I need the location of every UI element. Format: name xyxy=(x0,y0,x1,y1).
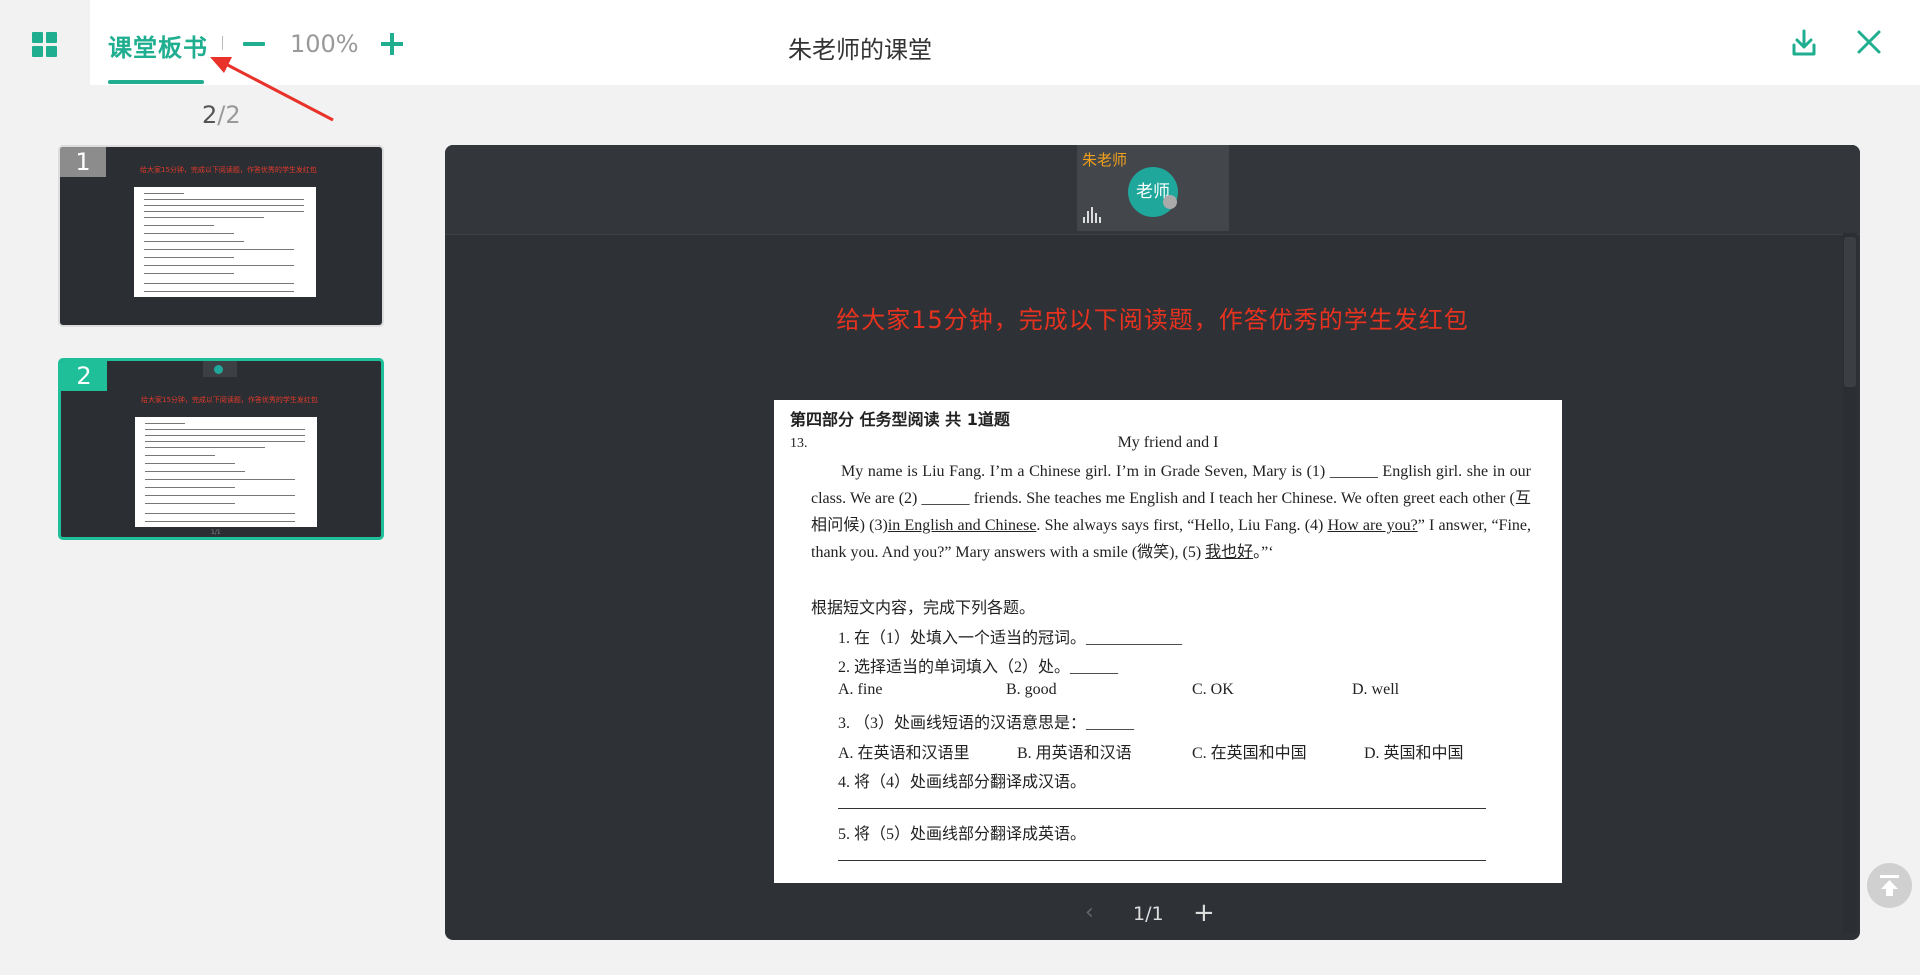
board-stage: 朱老师 老师 给大家15分钟，完成以下阅读题，作答优秀的学生发红包 第四部分 任… xyxy=(445,145,1860,940)
doc-option: A. fine xyxy=(838,681,883,698)
previous-page-button[interactable]: ‹ xyxy=(1085,900,1094,925)
mic-status-badge xyxy=(1163,195,1177,209)
audio-icon xyxy=(1083,207,1105,223)
doc-option: D. 英国和中国 xyxy=(1364,745,1464,762)
page-counter: 2/2 xyxy=(202,101,241,129)
thumbnail-camera-preview xyxy=(203,361,237,377)
stage-header: 朱老师 老师 xyxy=(445,145,1860,235)
back-to-top-icon xyxy=(1880,875,1899,896)
page-current: 2 xyxy=(202,101,218,129)
doc-option: C. OK xyxy=(1192,681,1234,698)
doc-option: A. 在英语和汉语里 xyxy=(838,745,970,762)
page-thumbnail-2[interactable]: 2 给大家15分钟，完成以下阅读题，作答优秀的学生发红包 1/1 xyxy=(58,358,384,540)
passage-underline-4: How are you? xyxy=(1327,517,1418,534)
page-thumbnail-1[interactable]: 1 给大家15分钟，完成以下阅读题，作答优秀的学生发红包 xyxy=(58,145,384,327)
back-to-top-button[interactable] xyxy=(1867,863,1912,908)
thumbnail-document-preview xyxy=(135,417,317,527)
teacher-avatar: 老师 xyxy=(1128,167,1178,217)
doc-option: B. good xyxy=(1006,681,1057,698)
passage-text: . She always says first, “Hello, Liu Fan… xyxy=(1036,517,1328,534)
teacher-video-tile[interactable]: 朱老师 老师 xyxy=(1077,145,1229,231)
doc-instruction: 根据短文内容，完成下列各题。 xyxy=(811,600,1036,617)
pager-page-number: 1/1 xyxy=(1133,903,1164,925)
thumbnail-document-preview xyxy=(134,187,316,297)
doc-option: D. well xyxy=(1352,681,1400,698)
answer-line xyxy=(838,808,1486,809)
passage-text: 。”‘ xyxy=(1253,544,1274,561)
document-page: 第四部分 任务型阅读 共 1道题 13. My friend and I My … xyxy=(774,400,1562,883)
thumbnail-caption: 给大家15分钟，完成以下阅读题，作答优秀的学生发红包 xyxy=(141,396,318,404)
board-pager: ‹ 1/1 + xyxy=(445,898,1860,928)
doc-passage-title: My friend and I xyxy=(1117,434,1219,451)
passage-underline-5: 我也好 xyxy=(1205,544,1254,561)
thumbnail-pager: 1/1 xyxy=(211,529,221,536)
doc-question-1: 1. 在（1）处填入一个适当的冠词。____________ xyxy=(838,630,1183,647)
board-caption: 给大家15分钟，完成以下阅读题，作答优秀的学生发红包 xyxy=(836,306,1469,334)
download-button[interactable] xyxy=(1790,28,1818,58)
download-icon xyxy=(1792,29,1816,56)
doc-question-3: 3. （3）处画线短语的汉语意思是：______ xyxy=(838,715,1135,732)
active-tab-indicator xyxy=(108,80,204,84)
doc-section-title: 第四部分 任务型阅读 共 1道题 xyxy=(790,410,1010,429)
doc-option: C. 在英国和中国 xyxy=(1192,745,1307,762)
page-total: 2 xyxy=(225,101,241,129)
doc-question-4: 4. 将（4）处画线部分翻译成汉语。 xyxy=(838,774,1087,791)
passage-underline-3: in English and Chinese xyxy=(887,517,1037,534)
doc-question-5: 5. 将（5）处画线部分翻译成英语。 xyxy=(838,826,1087,843)
doc-passage: My name is Liu Fang. I’m a Chinese girl.… xyxy=(811,458,1531,566)
teacher-name: 朱老师 xyxy=(1082,151,1128,169)
thumbnail-number: 2 xyxy=(61,361,107,391)
doc-question-2: 2. 选择适当的单词填入（2）处。______ xyxy=(838,659,1119,676)
thumbnail-number: 1 xyxy=(60,147,106,177)
add-page-button[interactable]: + xyxy=(1193,898,1215,928)
close-icon xyxy=(1857,30,1881,54)
thumbnail-caption: 给大家15分钟，完成以下阅读题，作答优秀的学生发红包 xyxy=(140,166,317,174)
doc-option: B. 用英语和汉语 xyxy=(1017,745,1132,762)
answer-line xyxy=(838,860,1486,861)
close-button[interactable] xyxy=(1855,28,1883,56)
